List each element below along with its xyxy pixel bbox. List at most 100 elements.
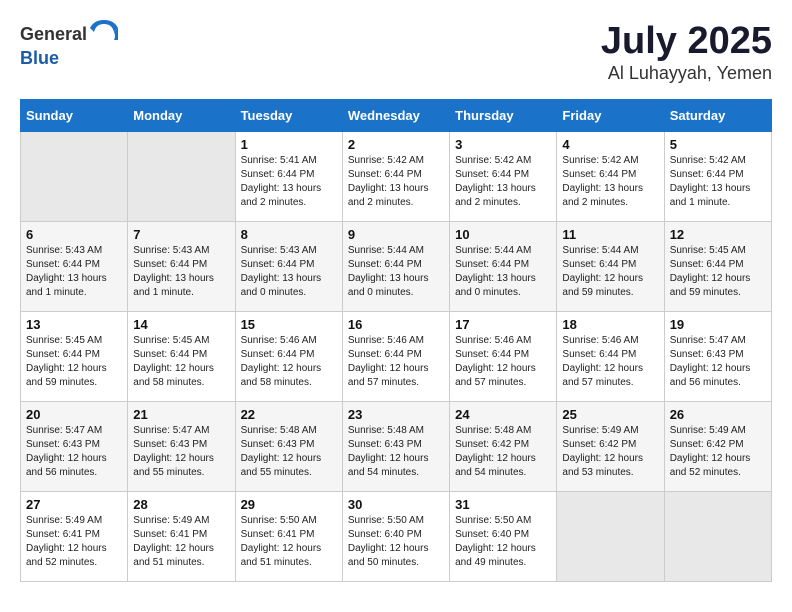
day-number: 3 [455,137,551,152]
location-title: Al Luhayyah, Yemen [601,63,772,84]
calendar-cell [557,492,664,582]
day-info: Sunrise: 5:42 AM Sunset: 6:44 PM Dayligh… [670,154,766,210]
calendar-cell: 9Sunrise: 5:44 AM Sunset: 6:44 PM Daylig… [342,222,449,312]
day-number: 10 [455,227,551,242]
day-number: 26 [670,407,766,422]
calendar-cell: 16 Sunrise: 5:46 AM Sunset: 6:44 PM Dayli… [342,312,449,402]
day-number: 19 [670,317,766,332]
day-info: Sunrise: 5:43 AM Sunset: 6:44 PM Dayligh… [133,244,229,300]
day-info: Sunrise: 5:47 AM Sunset: 6:43 PM Dayligh… [133,424,229,480]
calendar-cell: 2 Sunrise: 5:42 AM Sunset: 6:44 PM Daylig… [342,132,449,222]
calendar-cell: 4 Sunrise: 5:42 AM Sunset: 6:44 PM Daylig… [557,132,664,222]
calendar-cell [128,132,235,222]
logo-blue: Blue [20,48,59,68]
day-info: Sunrise: 5:46 AM Sunset: 6:44 PM Dayligh… [562,334,658,390]
day-info: Sunrise: 5:42 AM Sunset: 6:44 PM Dayligh… [348,154,444,210]
day-info: Sunrise: 5:48 AM Sunset: 6:43 PM Dayligh… [241,424,337,480]
calendar-cell: 6 Sunrise: 5:43 AM Sunset: 6:44 PM Daylig… [21,222,128,312]
day-info: Sunrise: 5:50 AM Sunset: 6:40 PM Dayligh… [348,514,444,570]
day-number: 17 [455,317,551,332]
day-number: 28 [133,497,229,512]
calendar-cell: 28 Sunrise: 5:49 AM Sunset: 6:41 PM Dayli… [128,492,235,582]
calendar-cell: 5Sunrise: 5:42 AM Sunset: 6:44 PM Daylig… [664,132,771,222]
calendar-cell: 25 Sunrise: 5:49 AM Sunset: 6:42 PM Dayli… [557,402,664,492]
day-number: 24 [455,407,551,422]
calendar-week-row: 6 Sunrise: 5:43 AM Sunset: 6:44 PM Daylig… [21,222,772,312]
day-info: Sunrise: 5:43 AM Sunset: 6:44 PM Dayligh… [241,244,337,300]
day-header: Tuesday [235,100,342,132]
calendar-cell: 7Sunrise: 5:43 AM Sunset: 6:44 PM Daylig… [128,222,235,312]
calendar-cell: 26 Sunrise: 5:49 AM Sunset: 6:42 PM Dayli… [664,402,771,492]
calendar-cell: 15 Sunrise: 5:46 AM Sunset: 6:44 PM Dayli… [235,312,342,402]
day-info: Sunrise: 5:47 AM Sunset: 6:43 PM Dayligh… [26,424,122,480]
calendar-cell: 11 Sunrise: 5:44 AM Sunset: 6:44 PM Dayli… [557,222,664,312]
calendar-cell: 31 Sunrise: 5:50 AM Sunset: 6:40 PM Dayli… [450,492,557,582]
day-info: Sunrise: 5:46 AM Sunset: 6:44 PM Dayligh… [455,334,551,390]
day-info: Sunrise: 5:43 AM Sunset: 6:44 PM Dayligh… [26,244,122,300]
day-header: Wednesday [342,100,449,132]
day-number: 2 [348,137,444,152]
day-header: Thursday [450,100,557,132]
title-area: July 2025 Al Luhayyah, Yemen [601,20,772,84]
logo-icon [90,20,118,48]
day-info: Sunrise: 5:46 AM Sunset: 6:44 PM Dayligh… [348,334,444,390]
day-info: Sunrise: 5:47 AM Sunset: 6:43 PM Dayligh… [670,334,766,390]
calendar-cell: 29 Sunrise: 5:50 AM Sunset: 6:41 PM Dayli… [235,492,342,582]
calendar-cell: 18 Sunrise: 5:46 AM Sunset: 6:44 PM Dayli… [557,312,664,402]
calendar-cell: 13Sunrise: 5:45 AM Sunset: 6:44 PM Dayli… [21,312,128,402]
day-number: 31 [455,497,551,512]
logo-general: General [20,24,87,45]
day-number: 23 [348,407,444,422]
calendar-cell: 30 Sunrise: 5:50 AM Sunset: 6:40 PM Dayli… [342,492,449,582]
calendar-cell [664,492,771,582]
day-number: 16 [348,317,444,332]
calendar-week-row: 1Sunrise: 5:41 AM Sunset: 6:44 PM Daylig… [21,132,772,222]
day-number: 25 [562,407,658,422]
day-info: Sunrise: 5:49 AM Sunset: 6:42 PM Dayligh… [670,424,766,480]
calendar-cell: 19 Sunrise: 5:47 AM Sunset: 6:43 PM Dayli… [664,312,771,402]
day-info: Sunrise: 5:44 AM Sunset: 6:44 PM Dayligh… [562,244,658,300]
day-header: Saturday [664,100,771,132]
page-header: General Blue July 2025 Al Luhayyah, Yeme… [20,20,772,84]
day-number: 14 [133,317,229,332]
day-info: Sunrise: 5:45 AM Sunset: 6:44 PM Dayligh… [670,244,766,300]
calendar-cell [21,132,128,222]
day-header: Sunday [21,100,128,132]
calendar-cell: 8 Sunrise: 5:43 AM Sunset: 6:44 PM Daylig… [235,222,342,312]
day-info: Sunrise: 5:44 AM Sunset: 6:44 PM Dayligh… [348,244,444,300]
calendar-week-row: 20Sunrise: 5:47 AM Sunset: 6:43 PM Dayli… [21,402,772,492]
day-number: 4 [562,137,658,152]
day-number: 21 [133,407,229,422]
day-header: Friday [557,100,664,132]
calendar-cell: 27 Sunrise: 5:49 AM Sunset: 6:41 PM Dayli… [21,492,128,582]
day-number: 6 [26,227,122,242]
day-info: Sunrise: 5:48 AM Sunset: 6:42 PM Dayligh… [455,424,551,480]
day-number: 12 [670,227,766,242]
day-info: Sunrise: 5:49 AM Sunset: 6:42 PM Dayligh… [562,424,658,480]
calendar-cell: 12 Sunrise: 5:45 AM Sunset: 6:44 PM Dayli… [664,222,771,312]
calendar-cell: 10 Sunrise: 5:44 AM Sunset: 6:44 PM Dayli… [450,222,557,312]
day-number: 27 [26,497,122,512]
calendar-table: SundayMondayTuesdayWednesdayThursdayFrid… [20,99,772,582]
day-number: 29 [241,497,337,512]
day-info: Sunrise: 5:50 AM Sunset: 6:40 PM Dayligh… [455,514,551,570]
day-info: Sunrise: 5:49 AM Sunset: 6:41 PM Dayligh… [133,514,229,570]
day-info: Sunrise: 5:44 AM Sunset: 6:44 PM Dayligh… [455,244,551,300]
day-number: 13 [26,317,122,332]
calendar-body: 1Sunrise: 5:41 AM Sunset: 6:44 PM Daylig… [21,132,772,582]
day-info: Sunrise: 5:49 AM Sunset: 6:41 PM Dayligh… [26,514,122,570]
day-info: Sunrise: 5:41 AM Sunset: 6:44 PM Dayligh… [241,154,337,210]
day-number: 30 [348,497,444,512]
calendar-week-row: 13Sunrise: 5:45 AM Sunset: 6:44 PM Dayli… [21,312,772,402]
day-number: 15 [241,317,337,332]
day-info: Sunrise: 5:46 AM Sunset: 6:44 PM Dayligh… [241,334,337,390]
day-header: Monday [128,100,235,132]
month-title: July 2025 [601,20,772,63]
day-number: 18 [562,317,658,332]
day-info: Sunrise: 5:50 AM Sunset: 6:41 PM Dayligh… [241,514,337,570]
day-number: 11 [562,227,658,242]
day-info: Sunrise: 5:48 AM Sunset: 6:43 PM Dayligh… [348,424,444,480]
calendar-cell: 23 Sunrise: 5:48 AM Sunset: 6:43 PM Dayli… [342,402,449,492]
day-number: 8 [241,227,337,242]
day-info: Sunrise: 5:42 AM Sunset: 6:44 PM Dayligh… [562,154,658,210]
